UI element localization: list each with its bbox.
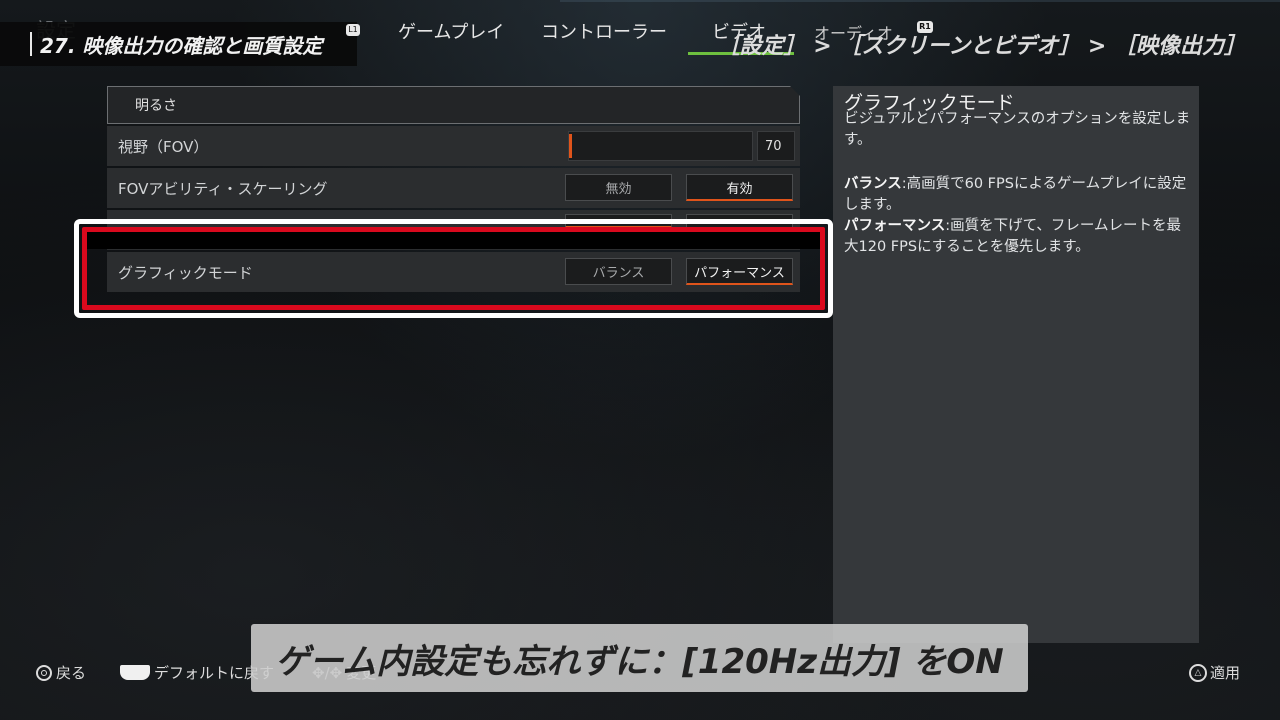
balance-term: バランス <box>844 176 902 192</box>
back-label: 戻る <box>56 664 87 682</box>
setting-label: 視野（FOV） <box>118 137 209 156</box>
title-banner: 27. 映像出力の確認と画質設定 <box>0 22 357 66</box>
apply-hint[interactable]: △ 適用 <box>1189 662 1240 683</box>
setting-label: FOVアビリティ・スケーリング <box>118 179 328 198</box>
l1-bumper-icon: L1 <box>346 24 360 36</box>
triangle-button-icon: △ <box>1189 663 1207 682</box>
fov-slider[interactable] <box>568 131 753 161</box>
fov-value: 70 <box>757 131 795 161</box>
description-balance: バランス:高画質で60 FPSによるゲームプレイに設定します。 <box>844 174 1192 216</box>
circle-button-icon <box>36 664 52 681</box>
setting-label: 明るさ <box>135 98 177 114</box>
setting-row-fov-scaling[interactable]: FOVアビリティ・スケーリング 無効 有効 <box>107 168 800 208</box>
fov-slider-fill <box>569 134 572 158</box>
description-performance: パフォーマンス:画質を下げて、フレームレートを最大120 FPSにすることを優先… <box>844 216 1192 258</box>
tab-controller[interactable]: コントローラー <box>541 18 667 44</box>
caption-overlay: ゲーム内設定も忘れずに：[120Hz出力] をON <box>251 624 1028 692</box>
breadcrumb: ［設定］ > ［スクリーンとビデオ］ > ［映像出力］ <box>717 34 1246 59</box>
setting-row-brightness[interactable]: 明るさ <box>107 86 800 124</box>
fov-scaling-option-on[interactable]: 有効 <box>686 174 793 201</box>
tab-gameplay[interactable]: ゲームプレイ <box>398 18 504 44</box>
back-hint[interactable]: 戻る <box>36 662 86 683</box>
description-panel: グラフィックモード ビジュアルとパフォーマンスのオプションを設定します。 バラン… <box>833 86 1199 643</box>
performance-term: パフォーマンス <box>844 218 946 234</box>
highlight-frame <box>74 219 833 318</box>
title-bar-accent <box>30 32 32 56</box>
description-intro: ビジュアルとパフォーマンスのオプションを設定します。 <box>844 111 1191 148</box>
fov-scaling-option-off[interactable]: 無効 <box>565 174 672 201</box>
apply-label: 適用 <box>1210 664 1241 682</box>
touchpad-icon <box>120 665 150 680</box>
setting-row-fov[interactable]: 視野（FOV） 70 <box>107 126 800 166</box>
title-banner-text: 27. 映像出力の確認と画質設定 <box>40 33 323 58</box>
